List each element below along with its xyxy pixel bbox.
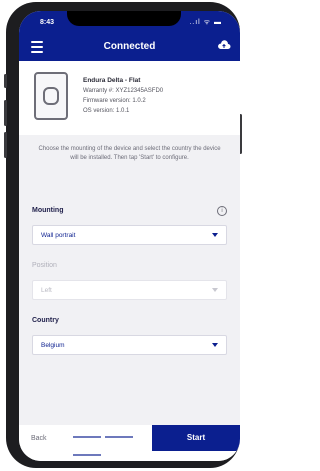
status-icons: ..ıl ᯤ ▬ <box>189 19 222 26</box>
instructions-text: Choose the mounting of the device and se… <box>38 146 221 161</box>
info-icon[interactable]: i <box>217 206 227 216</box>
status-time: 8:43 <box>40 19 55 26</box>
country-label: Country <box>32 317 59 324</box>
position-label: Position <box>32 262 57 269</box>
mute-switch <box>4 74 7 88</box>
notch <box>67 11 181 26</box>
chevron-down-icon <box>212 288 218 292</box>
back-button[interactable]: Back <box>31 435 47 442</box>
chevron-down-icon <box>212 233 218 237</box>
mounting-value: Wall portrait <box>41 232 76 239</box>
phone-frame: 8:43 ..ıl ᯤ ▬ Connected Endura Delta - F… <box>4 2 242 468</box>
mounting-select[interactable]: Wall portrait <box>32 225 227 245</box>
volume-down-button <box>4 132 7 158</box>
device-info: Endura Delta - Flat Warranty #: XYZ12345… <box>83 76 163 116</box>
device-firmware: Firmware version: 1.0.2 <box>83 98 146 104</box>
device-os-version: OS version: 1.0.1 <box>83 108 130 114</box>
page-title: Connected <box>103 41 156 52</box>
device-warranty: Warranty #: XYZ12345ASFD0 <box>83 88 164 94</box>
position-value: Left <box>41 287 52 294</box>
device-name: Endura Delta - Flat <box>83 77 141 84</box>
app-bar: Connected <box>19 33 240 61</box>
chevron-down-icon <box>212 343 218 347</box>
phone-screen: 8:43 ..ıl ᯤ ▬ Connected Endura Delta - F… <box>19 11 240 461</box>
position-select: Left <box>32 280 227 300</box>
footer-bar: Back Start <box>19 425 240 461</box>
device-card: Endura Delta - Flat Warranty #: XYZ12345… <box>19 61 240 136</box>
mounting-label: Mounting <box>32 207 64 214</box>
status-bar: 8:43 ..ıl ᯤ ▬ <box>19 11 240 33</box>
volume-up-button <box>4 100 7 126</box>
country-value: Belgium <box>41 342 65 349</box>
device-thumbnail <box>34 72 68 120</box>
configuration-section: Choose the mounting of the device and se… <box>19 135 240 425</box>
device-ring-icon <box>43 87 59 105</box>
country-select[interactable]: Belgium <box>32 335 227 355</box>
cloud-upload-icon[interactable] <box>217 39 231 51</box>
start-button[interactable]: Start <box>152 425 240 451</box>
